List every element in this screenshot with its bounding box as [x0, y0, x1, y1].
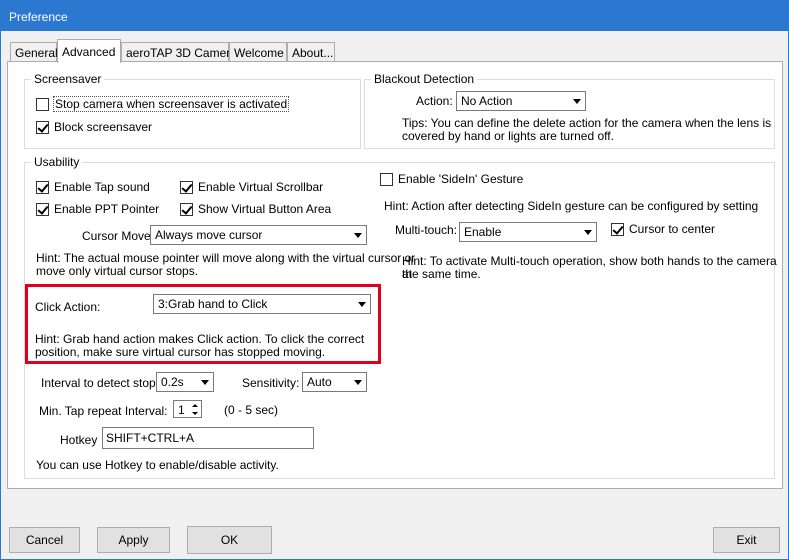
screensaver-group: Screensaver: [24, 72, 361, 149]
usability-group-title: Usability: [31, 155, 83, 169]
chevron-down-icon: [349, 373, 366, 391]
click-hint-line2: position, make sure virtual cursor has s…: [35, 345, 326, 359]
click-action-select[interactable]: 3:Grab hand to Click: [153, 294, 371, 314]
chevron-down-icon: [349, 226, 366, 244]
chevron-down-icon: [579, 223, 596, 241]
chevron-down-icon: [568, 92, 585, 110]
checkbox-box: [36, 180, 49, 194]
screensaver-group-title: Screensaver: [31, 72, 105, 86]
checkbox-box: [180, 180, 193, 194]
interval-label: Interval to detect stop:: [41, 376, 160, 390]
tap-repeat-value: 1: [178, 403, 185, 417]
advanced-tab-panel: Screensaver Stop camera when screensaver…: [7, 61, 783, 489]
multitouch-select[interactable]: Enable: [459, 222, 597, 242]
checkbox-box: [611, 222, 624, 236]
cursor-move-select[interactable]: Always move cursor: [150, 225, 367, 245]
blackout-tips-line2: covered by hand or lights are turned off…: [402, 129, 614, 143]
hotkey-label: Hotkey: [60, 433, 98, 447]
ok-button[interactable]: OK: [187, 526, 272, 554]
cancel-button[interactable]: Cancel: [9, 527, 80, 553]
exit-button[interactable]: Exit: [713, 527, 780, 553]
tab-label: aeroTAP 3D Camera: [126, 46, 237, 60]
enable-tap-sound-checkbox[interactable]: Enable Tap sound: [36, 180, 150, 194]
block-screensaver-label: Block screensaver: [54, 120, 153, 134]
spin-up-icon[interactable]: [190, 402, 200, 409]
enable-tap-sound-label: Enable Tap sound: [54, 180, 150, 194]
click-action-value: 3:Grab hand to Click: [158, 297, 268, 311]
hotkey-hint: You can use Hotkey to enable/disable act…: [36, 458, 279, 472]
tab-general[interactable]: General: [10, 42, 58, 62]
blackout-action-select[interactable]: No Action: [456, 91, 586, 111]
sensitivity-label: Sensitivity:: [242, 376, 300, 390]
show-virtual-button-area-checkbox[interactable]: Show Virtual Button Area: [180, 202, 331, 216]
enable-virtual-scrollbar-label: Enable Virtual Scrollbar: [198, 180, 324, 194]
interval-value: 0.2s: [161, 375, 184, 389]
multitouch-value: Enable: [464, 225, 502, 239]
window-title: Preference: [9, 10, 68, 24]
spin-down-icon[interactable]: [190, 410, 200, 417]
stop-camera-checkbox[interactable]: Stop camera when screensaver is activate…: [36, 96, 290, 112]
enable-ppt-pointer-label: Enable PPT Pointer: [54, 202, 160, 216]
tab-label: General: [15, 46, 58, 60]
sensitivity-select[interactable]: Auto: [302, 372, 367, 392]
exit-button-label: Exit: [736, 533, 757, 547]
apply-button[interactable]: Apply: [97, 527, 170, 553]
cursor-move-label: Cursor Move:: [82, 229, 155, 243]
multitouch-label: Multi-touch:: [395, 223, 458, 237]
checkbox-box: [36, 97, 49, 111]
blackout-group-title: Blackout Detection: [371, 72, 478, 86]
tap-repeat-spinner[interactable]: 1: [173, 400, 202, 418]
cursor-hint-line2: move only virtual cursor stops.: [36, 264, 199, 278]
tab-welcome[interactable]: Welcome: [229, 42, 287, 62]
title-bar: Preference: [1, 1, 788, 31]
cursor-to-center-checkbox[interactable]: Cursor to center: [611, 222, 715, 236]
apply-button-label: Apply: [118, 533, 149, 547]
block-screensaver-checkbox[interactable]: Block screensaver: [36, 120, 152, 134]
checkbox-box: [180, 202, 193, 216]
blackout-action-label: Action:: [416, 94, 453, 108]
tab-label: Advanced: [62, 45, 116, 59]
enable-ppt-pointer-checkbox[interactable]: Enable PPT Pointer: [36, 202, 159, 216]
tab-advanced[interactable]: Advanced: [57, 39, 121, 63]
click-action-label: Click Action:: [35, 300, 101, 314]
checkbox-box: [36, 120, 49, 134]
sidein-hint: Hint: Action after detecting SideIn gest…: [384, 199, 759, 213]
hotkey-input[interactable]: SHIFT+CTRL+A: [102, 427, 314, 449]
tap-repeat-range: (0 - 5 sec): [224, 403, 279, 417]
tab-aerotap-3d-camera[interactable]: aeroTAP 3D Camera: [121, 42, 237, 62]
enable-sidein-label: Enable 'SideIn' Gesture: [398, 172, 524, 186]
tab-label: Welcome: [234, 46, 284, 60]
stop-camera-label: Stop camera when screensaver is activate…: [52, 96, 290, 112]
cursor-move-value: Always move cursor: [155, 228, 263, 242]
preference-window: Preference General Advanced aeroTAP 3D C…: [0, 0, 789, 560]
enable-virtual-scrollbar-checkbox[interactable]: Enable Virtual Scrollbar: [180, 180, 323, 194]
cancel-button-label: Cancel: [25, 533, 64, 547]
tab-about[interactable]: About...: [287, 42, 335, 62]
interval-select[interactable]: 0.2s: [156, 372, 214, 392]
chevron-down-icon: [196, 373, 213, 391]
show-virtual-button-area-label: Show Virtual Button Area: [198, 202, 332, 216]
cursor-to-center-label: Cursor to center: [629, 222, 716, 236]
checkbox-box: [380, 172, 393, 186]
hotkey-value: SHIFT+CTRL+A: [106, 431, 195, 445]
ok-button-label: OK: [220, 533, 239, 547]
sensitivity-value: Auto: [307, 375, 332, 389]
blackout-action-value: No Action: [461, 94, 513, 108]
tap-repeat-label: Min. Tap repeat Interval:: [39, 404, 168, 418]
chevron-down-icon: [353, 295, 370, 313]
enable-sidein-checkbox[interactable]: Enable 'SideIn' Gesture: [380, 172, 523, 186]
tab-label: About...: [292, 46, 334, 60]
multitouch-hint-line2: the same time.: [402, 267, 481, 281]
checkbox-box: [36, 202, 49, 216]
